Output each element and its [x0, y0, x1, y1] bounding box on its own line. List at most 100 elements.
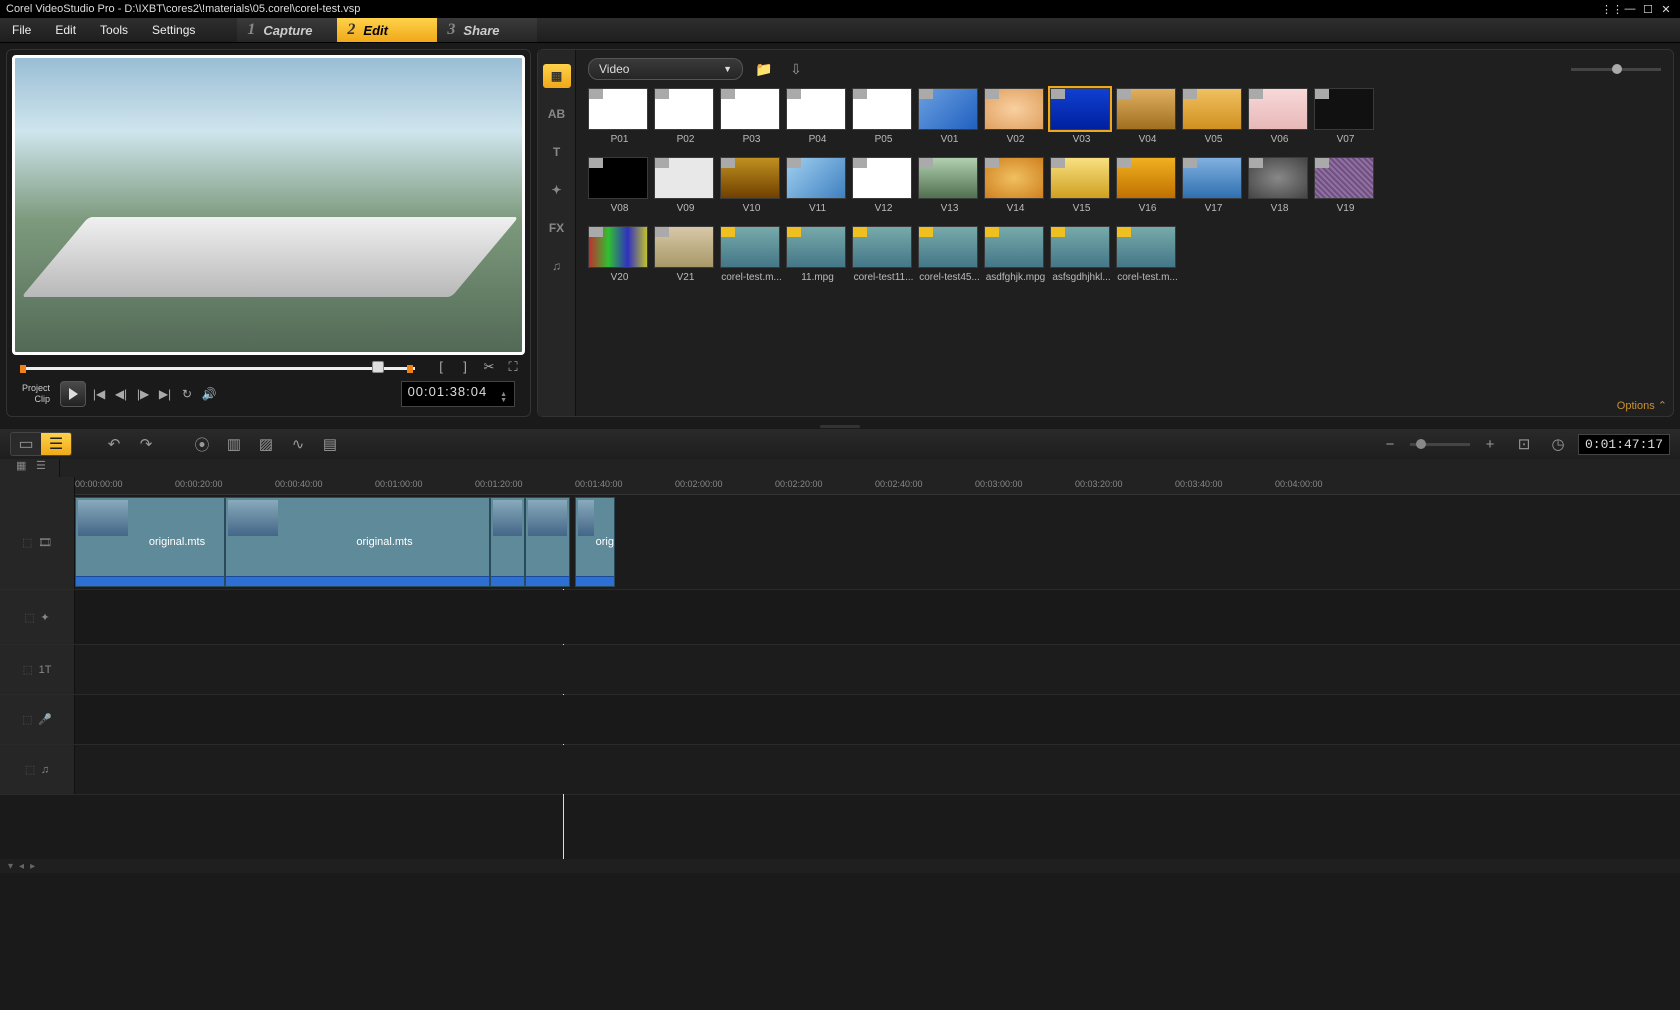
menu-file[interactable]: File	[0, 18, 43, 42]
goto-end-icon[interactable]: ▶|	[156, 385, 174, 403]
timeline-view-button[interactable]: ☰	[41, 433, 71, 455]
import-icon[interactable]: ⇩	[785, 58, 807, 80]
library-thumbnail[interactable]	[588, 88, 648, 130]
library-item[interactable]: corel-test45...	[918, 226, 981, 283]
project-duration-icon[interactable]: ◷	[1544, 432, 1572, 456]
auto-music-icon[interactable]: ▤	[316, 432, 344, 456]
library-item[interactable]: asdfghjk.mpg	[984, 226, 1047, 283]
library-item[interactable]: V07	[1314, 88, 1377, 145]
voice-track-lane[interactable]	[75, 695, 1680, 744]
library-item[interactable]: V16	[1116, 157, 1179, 214]
library-thumbnail[interactable]	[1116, 157, 1176, 199]
menu-edit[interactable]: Edit	[43, 18, 88, 42]
library-thumbnail[interactable]	[852, 157, 912, 199]
library-item[interactable]: V14	[984, 157, 1047, 214]
library-item[interactable]: P03	[720, 88, 783, 145]
library-item[interactable]: P02	[654, 88, 717, 145]
library-item[interactable]: V03	[1050, 88, 1113, 145]
lock-icon[interactable]: ⬚	[22, 713, 32, 726]
lock-icon[interactable]: ⬚	[24, 611, 34, 624]
library-thumbnail[interactable]	[1050, 88, 1110, 130]
library-item[interactable]: V04	[1116, 88, 1179, 145]
list-view-icon[interactable]: ☰	[36, 459, 52, 473]
lib-tab-graphic[interactable]: ✦	[543, 178, 571, 202]
zoom-in-icon[interactable]: +	[1476, 432, 1504, 456]
scrub-handle[interactable]	[372, 361, 384, 373]
menu-settings[interactable]: Settings	[140, 18, 207, 42]
library-thumbnail[interactable]	[852, 226, 912, 268]
close-icon[interactable]: ✕	[1658, 2, 1674, 16]
preview-screen[interactable]	[12, 55, 525, 355]
zoom-out-icon[interactable]: −	[1376, 432, 1404, 456]
library-thumbnail[interactable]	[1182, 157, 1242, 199]
menu-tools[interactable]: Tools	[88, 18, 140, 42]
timecode-stepper[interactable]: ▲▼	[500, 392, 508, 404]
repeat-icon[interactable]: ↻	[178, 385, 196, 403]
lib-tab-audio[interactable]: ♫	[543, 254, 571, 278]
undo-button[interactable]: ↶	[100, 432, 128, 456]
lock-icon[interactable]: ⬚	[23, 663, 33, 676]
library-thumbnail[interactable]	[984, 88, 1044, 130]
library-item[interactable]: V10	[720, 157, 783, 214]
mark-in-handle[interactable]	[20, 365, 26, 373]
timeline-clip[interactable]: orig	[575, 497, 615, 587]
overlay-track-header[interactable]: ⬚ ✦	[0, 590, 75, 644]
record-button[interactable]: ⦿	[188, 432, 216, 456]
library-thumbnail[interactable]	[654, 226, 714, 268]
library-item[interactable]: V05	[1182, 88, 1245, 145]
thumbnail-zoom-slider[interactable]	[1571, 62, 1661, 76]
library-item[interactable]: P01	[588, 88, 651, 145]
window-menu-icon[interactable]: ⋮⋮	[1604, 2, 1620, 16]
step-share[interactable]: 3 Share	[437, 18, 537, 42]
cut-icon[interactable]: ✂	[481, 359, 497, 375]
scrub-bar[interactable]: [ ] ✂ ⛶	[12, 359, 525, 377]
library-item[interactable]: V20	[588, 226, 651, 283]
track-manager-icon[interactable]: ▦	[16, 459, 32, 473]
title-track-header[interactable]: ⬚ 1T	[0, 645, 75, 694]
library-item[interactable]: P05	[852, 88, 915, 145]
library-item[interactable]: corel-test.m...	[1116, 226, 1179, 283]
library-thumbnail[interactable]	[588, 226, 648, 268]
mark-in-icon[interactable]: [	[433, 359, 449, 375]
library-item[interactable]: V12	[852, 157, 915, 214]
library-thumbnail[interactable]	[654, 157, 714, 199]
lock-icon[interactable]: ⬚	[22, 536, 32, 549]
storyboard-view-button[interactable]: ▭	[11, 433, 41, 455]
volume-icon[interactable]: 🔊	[200, 385, 218, 403]
library-thumbnail[interactable]	[918, 226, 978, 268]
scroll-right-icon[interactable]: ▸	[30, 861, 35, 872]
painting-creator-icon[interactable]: ▨	[252, 432, 280, 456]
maximize-icon[interactable]: ☐	[1640, 2, 1656, 16]
lib-tab-transition[interactable]: AB	[543, 102, 571, 126]
redo-button[interactable]: ↷	[132, 432, 160, 456]
mode-project[interactable]: Project	[22, 383, 50, 394]
mark-out-handle[interactable]	[407, 365, 413, 373]
step-edit[interactable]: 2 Edit	[337, 18, 437, 42]
mark-out-icon[interactable]: ]	[457, 359, 473, 375]
goto-start-icon[interactable]: |◀	[90, 385, 108, 403]
lib-tab-title[interactable]: T	[543, 140, 571, 164]
library-item[interactable]: corel-test.m...	[720, 226, 783, 283]
sound-mixer-icon[interactable]: ∿	[284, 432, 312, 456]
library-thumbnail[interactable]	[1116, 88, 1176, 130]
title-track-lane[interactable]	[75, 645, 1680, 694]
scroll-left-icon[interactable]: ◂	[19, 861, 24, 872]
library-item[interactable]: V21	[654, 226, 717, 283]
timeline-clip[interactable]: original.mts	[225, 497, 490, 587]
library-thumbnail[interactable]	[1314, 88, 1374, 130]
library-thumbnail[interactable]	[984, 226, 1044, 268]
chevron-down-icon[interactable]: ▾	[8, 861, 13, 872]
library-thumbnail[interactable]	[588, 157, 648, 199]
video-track-header[interactable]: ⬚ 🎞	[0, 495, 75, 589]
library-item[interactable]: asfsgdhjhkl...	[1050, 226, 1113, 283]
timeline-clip[interactable]	[525, 497, 570, 587]
library-item[interactable]: V15	[1050, 157, 1113, 214]
library-thumbnail[interactable]	[654, 88, 714, 130]
library-item[interactable]: V02	[984, 88, 1047, 145]
library-thumbnail[interactable]	[786, 157, 846, 199]
timeline-clip[interactable]: original.mts	[75, 497, 225, 587]
mode-clip[interactable]: Clip	[22, 394, 50, 405]
library-item[interactable]: 11.mpg	[786, 226, 849, 283]
library-thumbnail[interactable]	[852, 88, 912, 130]
batch-convert-icon[interactable]: ▥	[220, 432, 248, 456]
